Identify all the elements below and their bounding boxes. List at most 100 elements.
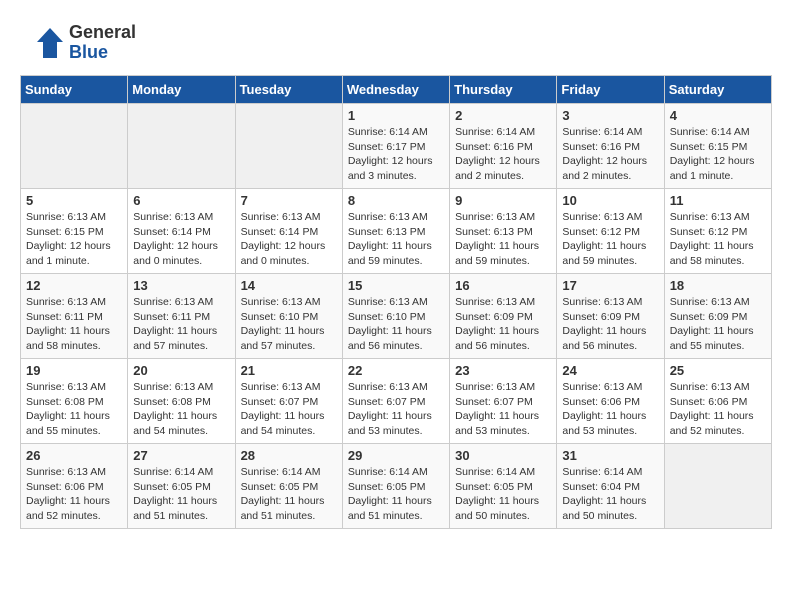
calendar-cell: 16Sunrise: 6:13 AM Sunset: 6:09 PM Dayli… (450, 274, 557, 359)
day-info: Sunrise: 6:13 AM Sunset: 6:10 PM Dayligh… (348, 295, 444, 354)
day-number: 24 (562, 363, 658, 378)
day-info: Sunrise: 6:13 AM Sunset: 6:12 PM Dayligh… (562, 210, 658, 269)
day-number: 14 (241, 278, 337, 293)
calendar-header-row: SundayMondayTuesdayWednesdayThursdayFrid… (21, 76, 772, 104)
day-info: Sunrise: 6:14 AM Sunset: 6:15 PM Dayligh… (670, 125, 766, 184)
logo-blue-text: Blue (69, 43, 136, 63)
calendar-cell: 8 Sunrise: 6:13 AM Sunset: 6:13 PM Daylig… (342, 189, 449, 274)
calendar-cell: 12 Sunrise: 6:13 AM Sunset: 6:11 PM Dayli… (21, 274, 128, 359)
calendar-cell: 5Sunrise: 6:13 AM Sunset: 6:15 PM Daylig… (21, 189, 128, 274)
calendar-cell (664, 444, 771, 529)
day-info: Sunrise: 6:14 AM Sunset: 6:05 PM Dayligh… (241, 465, 337, 524)
weekday-header-friday: Friday (557, 76, 664, 104)
day-info: Sunrise: 6:13 AM Sunset: 6:15 PM Dayligh… (26, 210, 122, 269)
day-number: 13 (133, 278, 229, 293)
calendar-cell: 14 Sunrise: 6:13 AM Sunset: 6:10 PM Dayli… (235, 274, 342, 359)
day-info: Sunrise: 6:14 AM Sunset: 6:04 PM Dayligh… (562, 465, 658, 524)
day-number: 25 (670, 363, 766, 378)
day-number: 12 (26, 278, 122, 293)
day-number: 10 (562, 193, 658, 208)
calendar-cell: 21 Sunrise: 6:13 AM Sunset: 6:07 PM Dayli… (235, 359, 342, 444)
page-header: GeneralBlue (20, 20, 772, 65)
day-number: 3 (562, 108, 658, 123)
day-number: 18 (670, 278, 766, 293)
day-info: Sunrise: 6:13 AM Sunset: 6:11 PM Dayligh… (133, 295, 229, 354)
calendar-cell: 13 Sunrise: 6:13 AM Sunset: 6:11 PM Dayli… (128, 274, 235, 359)
weekday-header-thursday: Thursday (450, 76, 557, 104)
day-info: Sunrise: 6:14 AM Sunset: 6:16 PM Dayligh… (562, 125, 658, 184)
day-number: 19 (26, 363, 122, 378)
day-number: 21 (241, 363, 337, 378)
calendar-week-3: 12 Sunrise: 6:13 AM Sunset: 6:11 PM Dayli… (21, 274, 772, 359)
calendar-cell (128, 104, 235, 189)
day-number: 23 (455, 363, 551, 378)
day-info: Sunrise: 6:13 AM Sunset: 6:08 PM Dayligh… (26, 380, 122, 439)
calendar-cell: 2Sunrise: 6:14 AM Sunset: 6:16 PM Daylig… (450, 104, 557, 189)
day-number: 11 (670, 193, 766, 208)
day-info: Sunrise: 6:14 AM Sunset: 6:17 PM Dayligh… (348, 125, 444, 184)
day-info: Sunrise: 6:14 AM Sunset: 6:05 PM Dayligh… (455, 465, 551, 524)
calendar-cell: 24 Sunrise: 6:13 AM Sunset: 6:06 PM Dayli… (557, 359, 664, 444)
day-info: Sunrise: 6:13 AM Sunset: 6:14 PM Dayligh… (241, 210, 337, 269)
calendar-cell: 28Sunrise: 6:14 AM Sunset: 6:05 PM Dayli… (235, 444, 342, 529)
weekday-header-wednesday: Wednesday (342, 76, 449, 104)
weekday-header-saturday: Saturday (664, 76, 771, 104)
logo: GeneralBlue (20, 20, 136, 65)
day-info: Sunrise: 6:13 AM Sunset: 6:11 PM Dayligh… (26, 295, 122, 354)
calendar-cell: 6 Sunrise: 6:13 AM Sunset: 6:14 PM Daylig… (128, 189, 235, 274)
day-info: Sunrise: 6:13 AM Sunset: 6:07 PM Dayligh… (348, 380, 444, 439)
logo-general-text: General (69, 23, 136, 43)
day-info: Sunrise: 6:13 AM Sunset: 6:08 PM Dayligh… (133, 380, 229, 439)
day-info: Sunrise: 6:13 AM Sunset: 6:14 PM Dayligh… (133, 210, 229, 269)
day-number: 27 (133, 448, 229, 463)
day-number: 7 (241, 193, 337, 208)
logo-svg (20, 20, 65, 65)
calendar-week-2: 5Sunrise: 6:13 AM Sunset: 6:15 PM Daylig… (21, 189, 772, 274)
day-info: Sunrise: 6:13 AM Sunset: 6:07 PM Dayligh… (455, 380, 551, 439)
calendar-cell: 3 Sunrise: 6:14 AM Sunset: 6:16 PM Daylig… (557, 104, 664, 189)
weekday-header-sunday: Sunday (21, 76, 128, 104)
day-info: Sunrise: 6:13 AM Sunset: 6:07 PM Dayligh… (241, 380, 337, 439)
day-number: 31 (562, 448, 658, 463)
day-number: 30 (455, 448, 551, 463)
day-info: Sunrise: 6:13 AM Sunset: 6:13 PM Dayligh… (348, 210, 444, 269)
calendar-cell: 10 Sunrise: 6:13 AM Sunset: 6:12 PM Dayli… (557, 189, 664, 274)
day-info: Sunrise: 6:13 AM Sunset: 6:10 PM Dayligh… (241, 295, 337, 354)
day-number: 8 (348, 193, 444, 208)
calendar-cell: 23 Sunrise: 6:13 AM Sunset: 6:07 PM Dayli… (450, 359, 557, 444)
calendar-cell: 31 Sunrise: 6:14 AM Sunset: 6:04 PM Dayli… (557, 444, 664, 529)
calendar-cell (21, 104, 128, 189)
day-info: Sunrise: 6:13 AM Sunset: 6:06 PM Dayligh… (670, 380, 766, 439)
day-number: 1 (348, 108, 444, 123)
calendar-cell: 15 Sunrise: 6:13 AM Sunset: 6:10 PM Dayli… (342, 274, 449, 359)
day-info: Sunrise: 6:14 AM Sunset: 6:16 PM Dayligh… (455, 125, 551, 184)
calendar-cell: 20 Sunrise: 6:13 AM Sunset: 6:08 PM Dayli… (128, 359, 235, 444)
calendar-cell: 22 Sunrise: 6:13 AM Sunset: 6:07 PM Dayli… (342, 359, 449, 444)
day-info: Sunrise: 6:13 AM Sunset: 6:06 PM Dayligh… (562, 380, 658, 439)
calendar-cell: 25 Sunrise: 6:13 AM Sunset: 6:06 PM Dayli… (664, 359, 771, 444)
day-number: 6 (133, 193, 229, 208)
calendar-cell: 11 Sunrise: 6:13 AM Sunset: 6:12 PM Dayli… (664, 189, 771, 274)
day-number: 4 (670, 108, 766, 123)
day-info: Sunrise: 6:13 AM Sunset: 6:09 PM Dayligh… (562, 295, 658, 354)
day-info: Sunrise: 6:13 AM Sunset: 6:09 PM Dayligh… (670, 295, 766, 354)
calendar-week-1: 1 Sunrise: 6:14 AM Sunset: 6:17 PM Daylig… (21, 104, 772, 189)
day-number: 15 (348, 278, 444, 293)
day-info: Sunrise: 6:13 AM Sunset: 6:12 PM Dayligh… (670, 210, 766, 269)
day-info: Sunrise: 6:14 AM Sunset: 6:05 PM Dayligh… (133, 465, 229, 524)
calendar-cell: 1 Sunrise: 6:14 AM Sunset: 6:17 PM Daylig… (342, 104, 449, 189)
day-info: Sunrise: 6:13 AM Sunset: 6:06 PM Dayligh… (26, 465, 122, 524)
day-info: Sunrise: 6:13 AM Sunset: 6:13 PM Dayligh… (455, 210, 551, 269)
calendar-cell: 29Sunrise: 6:14 AM Sunset: 6:05 PM Dayli… (342, 444, 449, 529)
calendar-cell: 19 Sunrise: 6:13 AM Sunset: 6:08 PM Dayli… (21, 359, 128, 444)
calendar-cell (235, 104, 342, 189)
day-info: Sunrise: 6:14 AM Sunset: 6:05 PM Dayligh… (348, 465, 444, 524)
day-number: 20 (133, 363, 229, 378)
day-number: 26 (26, 448, 122, 463)
calendar-cell: 30 Sunrise: 6:14 AM Sunset: 6:05 PM Dayli… (450, 444, 557, 529)
calendar-cell: 26 Sunrise: 6:13 AM Sunset: 6:06 PM Dayli… (21, 444, 128, 529)
weekday-header-tuesday: Tuesday (235, 76, 342, 104)
day-number: 22 (348, 363, 444, 378)
calendar-cell: 17Sunrise: 6:13 AM Sunset: 6:09 PM Dayli… (557, 274, 664, 359)
calendar-cell: 18 Sunrise: 6:13 AM Sunset: 6:09 PM Dayli… (664, 274, 771, 359)
